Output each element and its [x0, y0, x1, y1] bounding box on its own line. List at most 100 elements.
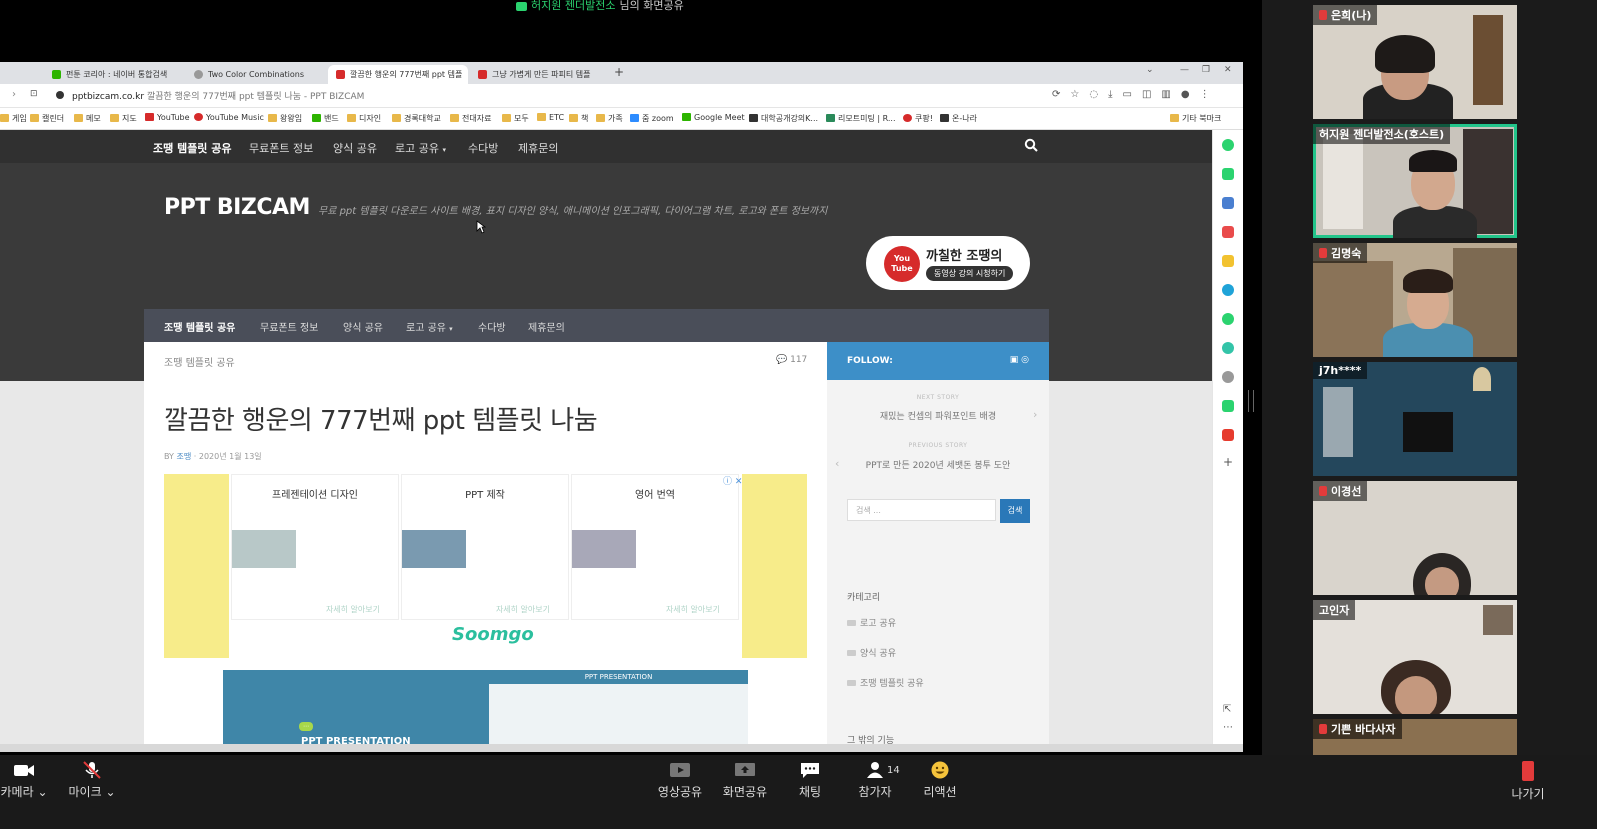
nav-chat[interactable]: 수다방 [468, 140, 498, 156]
video-tile-host[interactable]: 허지원 젠더발전소(호스트) [1313, 124, 1517, 238]
new-tab-button[interactable]: + [614, 65, 624, 79]
bookmark-item[interactable]: 경록대학교 [392, 113, 441, 124]
chat-button[interactable]: 채팅 [790, 761, 830, 800]
chevron-left-icon[interactable]: ‹ [835, 457, 839, 470]
bookmark-item[interactable]: 모두 [502, 113, 529, 124]
ad-card[interactable]: 프레젠테이션 디자인 자세히 알아보기 [231, 474, 399, 620]
video-tile[interactable]: 이경선 [1313, 481, 1517, 595]
video-share-button[interactable]: 영상공유 [655, 761, 705, 800]
subnav-partnership[interactable]: 제휴문의 [528, 319, 565, 334]
bookmark-item[interactable]: Google Meet [682, 113, 745, 122]
subnav-forms[interactable]: 양식 공유 [343, 319, 383, 334]
tab-search-icon[interactable]: ⌄ [1146, 65, 1154, 75]
bookmark-item[interactable]: 전대자료 [450, 113, 491, 124]
sidebar-search-input[interactable]: 검색 ... [847, 499, 996, 521]
video-tile[interactable]: j7h**** [1313, 362, 1517, 476]
bookmark-item[interactable]: 밴드 [312, 113, 339, 124]
youtube-channel-badge[interactable]: You Tube 까칠한 조땡의 동영상 강의 시청하기 [866, 236, 1030, 290]
bookmark-item[interactable]: 리모트미팅 | R... [826, 113, 895, 124]
star-icon[interactable]: ☆ [1070, 89, 1079, 100]
ad-banner[interactable]: 프레젠테이션 디자인 자세히 알아보기 PPT 제작 자세히 알아보기 영어 번… [164, 474, 807, 658]
bookmark-item[interactable]: YouTube Music [194, 113, 264, 122]
bookmark-item[interactable]: 대학공개강의K... [749, 113, 818, 124]
leave-button[interactable]: 나가기 [1506, 761, 1550, 802]
bookmark-item[interactable]: 줌 zoom [630, 113, 674, 124]
screen-share-button[interactable]: 화면공유 [720, 761, 770, 800]
browser-tab-2[interactable]: Two Color Combinations [186, 65, 326, 84]
subnav-fonts[interactable]: 무료폰트 정보 [260, 319, 318, 334]
social-icons[interactable]: ▣ ◎ [1010, 355, 1029, 365]
bookmark-item[interactable]: 캘린더 [30, 113, 64, 124]
forward-icon[interactable]: › [12, 89, 16, 100]
bookmark-item[interactable]: 책 [569, 113, 588, 124]
sync-icon[interactable]: ◌ [1089, 89, 1098, 100]
post-author[interactable]: 조땡 [176, 452, 191, 461]
reload-icon[interactable]: ⊡ [30, 89, 38, 99]
translate-icon[interactable]: ⟳ [1052, 89, 1060, 100]
cast-icon[interactable]: ▭ [1123, 89, 1132, 100]
bookmark-item[interactable]: 온-나라 [940, 113, 977, 124]
category-item[interactable]: 양식 공유 [847, 646, 896, 659]
extensions-icon[interactable]: ◫ [1142, 89, 1151, 100]
nav-forms[interactable]: 양식 공유 [333, 140, 377, 156]
bookmark-item[interactable]: YouTube [145, 113, 190, 122]
bookmark-item[interactable]: 쿠팡! [903, 113, 933, 124]
subnav-chat[interactable]: 수다방 [478, 319, 506, 334]
camera-button[interactable]: 카메라 ⌄ [0, 761, 48, 800]
bookmark-item[interactable]: 왕왕임 [268, 113, 302, 124]
extension-icon[interactable] [1222, 371, 1234, 383]
bookmark-item[interactable]: 가족 [596, 113, 623, 124]
extension-icon[interactable] [1222, 197, 1234, 209]
prev-story-link[interactable]: PPT로 만든 2020년 세뱃돈 봉투 도안 [827, 458, 1049, 471]
open-external-icon[interactable]: ⇱ [1223, 704, 1231, 715]
bookmark-item[interactable]: 지도 [110, 113, 137, 124]
next-story-link[interactable]: 재밌는 컨셉의 파워포인트 배경 [827, 409, 1049, 422]
video-tile[interactable]: 고인자 [1313, 600, 1517, 714]
comment-count[interactable]: 💬 117 [776, 355, 807, 365]
bookmark-item[interactable]: 디자인 [347, 113, 381, 124]
download-icon[interactable]: ⤓ [1108, 89, 1112, 100]
extension-icon[interactable] [1222, 139, 1234, 151]
chevron-right-icon[interactable]: › [1033, 408, 1037, 421]
extension-icon[interactable] [1222, 284, 1234, 296]
soomgo-logo[interactable]: Soomgo [452, 624, 534, 645]
site-title[interactable]: PPT BIZCAM [164, 195, 310, 220]
nav-templates[interactable]: 조땡 템플릿 공유 [153, 140, 232, 156]
close-icon[interactable]: ✕ [1224, 65, 1232, 75]
extension-icon[interactable] [1222, 400, 1234, 412]
menu-icon[interactable]: ⋮ [1200, 89, 1210, 100]
mic-button[interactable]: 마이크 ⌄ [66, 761, 118, 800]
ad-more-link[interactable]: 자세히 알아보기 [496, 604, 550, 615]
nav-partnership[interactable]: 제휴문의 [518, 140, 558, 156]
video-tile[interactable]: 은희(나) [1313, 5, 1517, 119]
browser-tab-1[interactable]: 펀툰 코리아 : 네이버 통합검색 [44, 65, 184, 84]
sidebar-search-button[interactable]: 검색 [1000, 499, 1030, 523]
extension-icon[interactable] [1222, 255, 1234, 267]
breadcrumb[interactable]: 조땡 템플릿 공유 [164, 354, 235, 369]
nav-fonts[interactable]: 무료폰트 정보 [249, 140, 313, 156]
ad-choices-icon[interactable]: ⓘ ✕ [723, 474, 742, 487]
extension-icon[interactable] [1222, 313, 1234, 325]
subnav-templates[interactable]: 조땡 템플릿 공유 [164, 319, 235, 334]
ad-more-link[interactable]: 자세히 알아보기 [326, 604, 380, 615]
video-tile[interactable]: 김명숙 [1313, 243, 1517, 357]
nav-logos[interactable]: 로고 공유 ▾ [395, 140, 446, 156]
bookmark-item[interactable]: ETC [537, 113, 564, 122]
add-icon[interactable]: + [1223, 455, 1233, 469]
more-icon[interactable]: ⋯ [1223, 722, 1233, 733]
bookmark-item[interactable]: 메모 [74, 113, 101, 124]
ad-card[interactable]: 영어 번역 자세히 알아보기 [571, 474, 739, 620]
subnav-logos[interactable]: 로고 공유 ▾ [406, 319, 453, 334]
category-item[interactable]: 조땡 템플릿 공유 [847, 676, 924, 689]
video-tile[interactable]: 기쁜 바다사자 [1313, 719, 1517, 755]
minimize-icon[interactable]: — [1180, 65, 1189, 75]
bookmark-item[interactable]: 게임 [0, 113, 27, 124]
sidebar-icon[interactable]: ▥ [1161, 89, 1170, 100]
extension-icon[interactable] [1222, 342, 1234, 354]
profile-icon[interactable]: ● [1181, 89, 1190, 100]
extension-icon[interactable] [1222, 226, 1234, 238]
other-bookmarks[interactable]: 기타 북마크 [1170, 113, 1221, 124]
url-field[interactable]: pptbizcam.co.kr 깔끔한 행운의 777번째 ppt 템플릿 나눔… [72, 89, 364, 102]
category-item[interactable]: 로고 공유 [847, 616, 896, 629]
search-icon[interactable] [1024, 138, 1038, 152]
